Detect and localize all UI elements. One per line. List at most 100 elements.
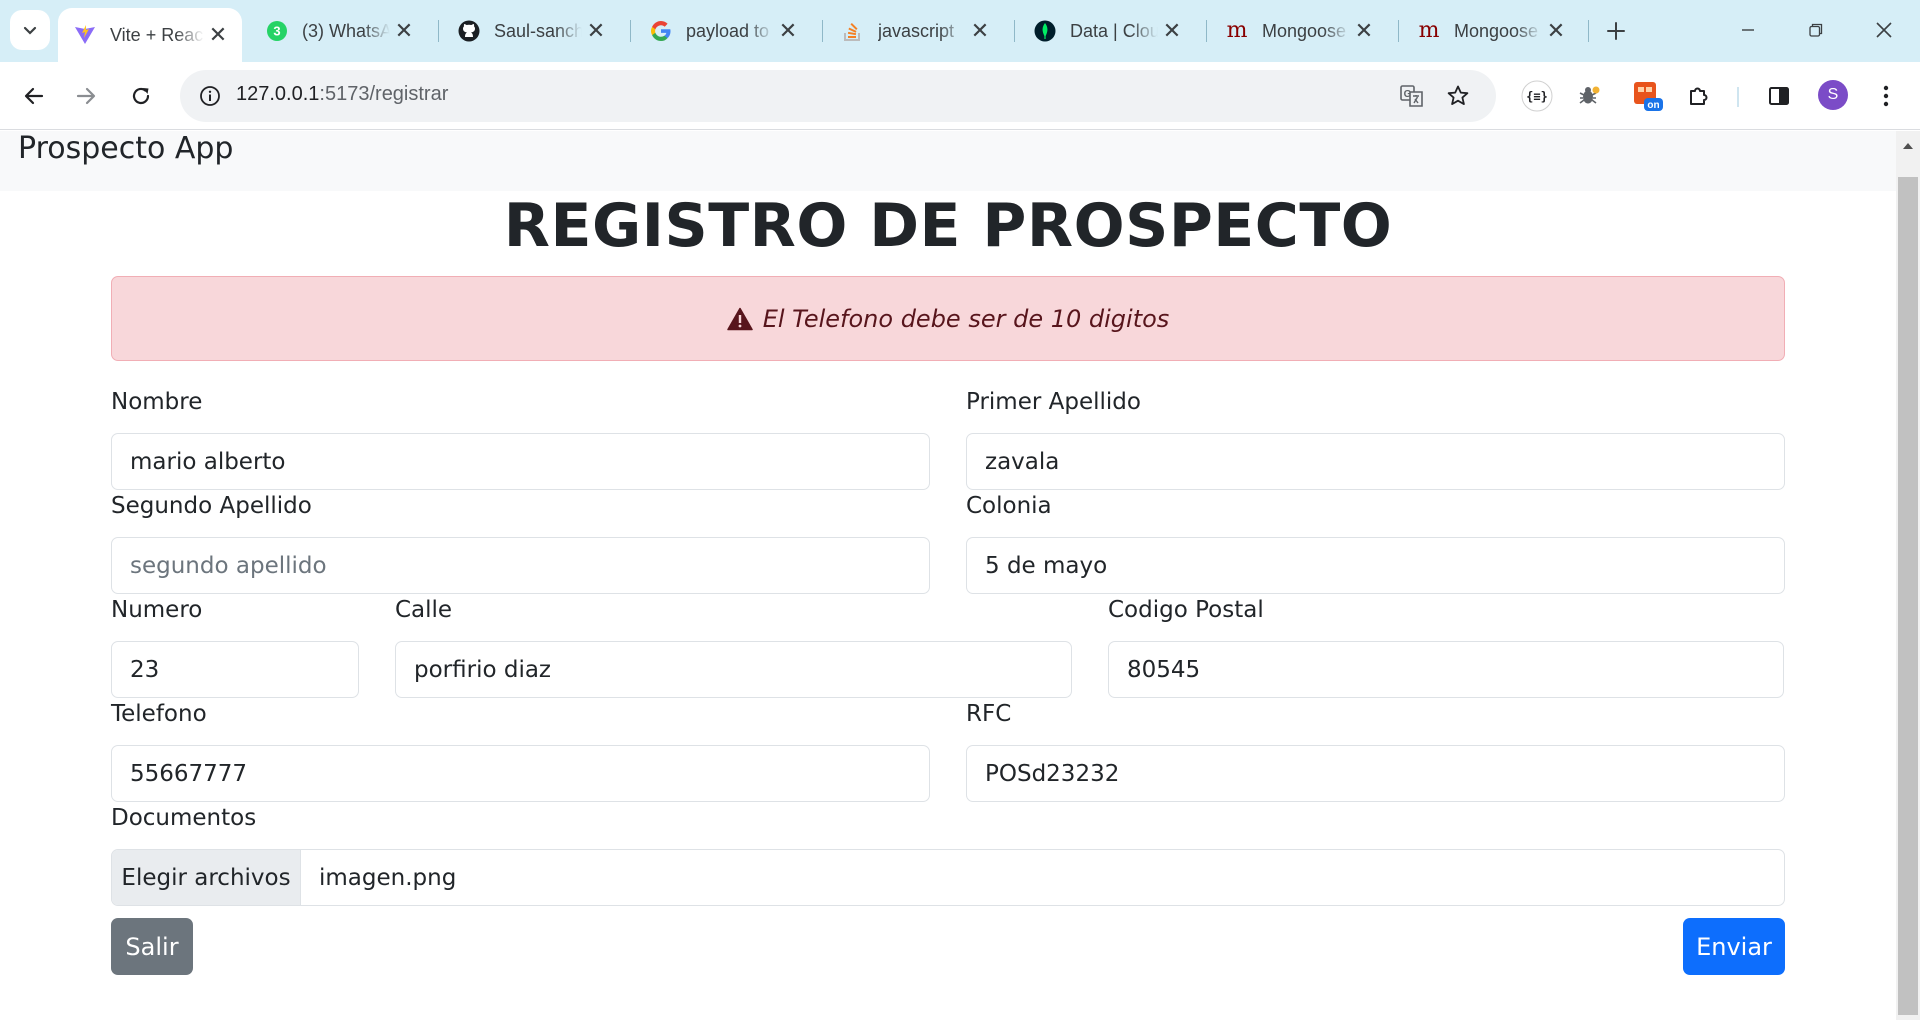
json-braces-icon: {≡} — [1521, 80, 1553, 112]
toolbar-divider — [1737, 87, 1739, 107]
rfc-input[interactable] — [966, 745, 1785, 802]
alert-message: El Telefono debe ser de 10 digitos — [762, 304, 1170, 333]
rfc-label: RFC — [966, 701, 1012, 727]
close-icon[interactable]: ✕ — [204, 21, 232, 49]
tab-title: Saul-sanchez — [494, 20, 582, 41]
arrow-left-icon — [24, 87, 44, 105]
page-title: REGISTRO DE PROSPECTO — [503, 191, 1393, 261]
primer-apellido-input[interactable] — [966, 433, 1785, 490]
browser-toolbar: 127.0.0.1:5173/registrar G {≡} on — [0, 62, 1920, 130]
segundo-apellido-label: Segundo Apellido — [111, 493, 312, 519]
close-icon[interactable]: ✕ — [1350, 17, 1378, 45]
tab-separator — [1014, 20, 1015, 42]
forward-button[interactable] — [66, 76, 106, 116]
back-button[interactable] — [14, 76, 54, 116]
browser-menu-button[interactable] — [1866, 76, 1906, 116]
close-icon[interactable]: ✕ — [1542, 17, 1570, 45]
mongoose-icon: m — [1418, 20, 1440, 42]
documentos-label: Documentos — [111, 805, 257, 831]
side-panel-icon — [1769, 87, 1789, 105]
telefono-label: Telefono — [111, 701, 207, 727]
tab-separator — [822, 20, 823, 42]
reload-icon — [132, 87, 150, 105]
svg-text:on: on — [1647, 100, 1659, 111]
tab-title: Mongoose — [1454, 20, 1539, 41]
numero-label: Numero — [111, 597, 203, 623]
google-icon — [650, 20, 672, 42]
close-icon[interactable]: ✕ — [390, 17, 418, 45]
nombre-input[interactable] — [111, 433, 930, 490]
chevron-down-icon — [23, 26, 37, 35]
tab-mongoose-2[interactable]: m Mongoose ✕ — [1402, 9, 1580, 53]
primer-apellido-label: Primer Apellido — [966, 389, 1141, 415]
info-icon[interactable] — [192, 78, 228, 114]
tab-strip: Vite + React ✕ 3 (3) WhatsApp ✕ Saul-san… — [0, 0, 1920, 62]
codigo-postal-input[interactable] — [1108, 641, 1784, 698]
segundo-apellido-input[interactable] — [111, 537, 930, 594]
restore-icon — [1809, 23, 1823, 37]
page-scrollbar[interactable] — [1896, 131, 1920, 1020]
svg-text:3: 3 — [273, 24, 280, 39]
url-text[interactable]: 127.0.0.1:5173/registrar — [236, 83, 448, 106]
svg-text:m: m — [1227, 20, 1248, 42]
translate-icon[interactable]: G — [1394, 78, 1430, 114]
tab-separator — [438, 20, 439, 42]
extensions-button[interactable] — [1679, 76, 1719, 116]
tab-title: Vite + React — [110, 24, 204, 45]
close-window-button[interactable] — [1856, 8, 1912, 52]
minimize-icon — [1742, 29, 1754, 31]
numero-input[interactable] — [111, 641, 359, 698]
puzzle-piece-icon — [1690, 87, 1708, 105]
selected-file-name: imagen.png — [319, 864, 457, 891]
documentos-file-input[interactable]: Elegir archivos imagen.png — [111, 849, 1785, 906]
tab-github[interactable]: Saul-sanchez ✕ — [442, 9, 620, 53]
calle-input[interactable] — [395, 641, 1072, 698]
enviar-button[interactable]: Enviar — [1683, 918, 1785, 975]
close-icon[interactable]: ✕ — [582, 17, 610, 45]
tab-separator — [630, 20, 631, 42]
close-icon[interactable]: ✕ — [1158, 17, 1186, 45]
profile-avatar[interactable]: S — [1818, 80, 1848, 110]
tab-mongodb-data[interactable]: Data | Cloud ✕ — [1018, 9, 1196, 53]
navbar-brand[interactable]: Prospecto App — [18, 131, 233, 166]
colonia-label: Colonia — [966, 493, 1052, 519]
tab-separator — [1206, 20, 1207, 42]
restore-button[interactable] — [1788, 8, 1844, 52]
codigo-postal-label: Codigo Postal — [1108, 597, 1264, 623]
new-tab-button[interactable] — [1598, 13, 1634, 49]
address-bar[interactable]: 127.0.0.1:5173/registrar G — [180, 70, 1496, 122]
tab-title: Data | Cloud — [1070, 20, 1158, 41]
tab-title: Mongoose — [1262, 20, 1347, 41]
svg-text:{≡}: {≡} — [1526, 90, 1548, 104]
tab-whatsapp[interactable]: 3 (3) WhatsApp ✕ — [250, 9, 428, 53]
tab-vite-react[interactable]: Vite + React ✕ — [58, 8, 242, 62]
tab-search-button[interactable] — [10, 10, 50, 50]
reload-button[interactable] — [121, 76, 161, 116]
vite-icon — [74, 24, 96, 46]
minimize-button[interactable] — [1720, 8, 1776, 52]
bug-extension-button[interactable] — [1569, 76, 1609, 116]
tab-mongoose-1[interactable]: m Mongoose ✕ — [1210, 9, 1388, 53]
close-icon[interactable]: ✕ — [966, 17, 994, 45]
calle-label: Calle — [395, 597, 453, 623]
close-icon[interactable]: ✕ — [774, 17, 802, 45]
mongodb-leaf-icon — [1034, 20, 1056, 42]
scroll-up-arrow-icon[interactable] — [1896, 135, 1920, 157]
json-formatter-extension-button[interactable]: {≡} — [1517, 76, 1557, 116]
page-viewport: Prospecto App REGISTRO DE PROSPECTO El T… — [0, 131, 1896, 1020]
telefono-input[interactable] — [111, 745, 930, 802]
more-vertical-icon — [1883, 85, 1889, 107]
scrollbar-thumb[interactable] — [1898, 177, 1918, 1015]
stackoverflow-icon — [842, 20, 864, 42]
choose-files-button[interactable]: Elegir archivos — [112, 850, 301, 905]
nombre-label: Nombre — [111, 389, 203, 415]
tab-google-search[interactable]: payload to ✕ — [634, 9, 812, 53]
tab-stackoverflow[interactable]: javascript ✕ — [826, 9, 1004, 53]
salir-button[interactable]: Salir — [111, 918, 193, 975]
arrow-right-icon — [76, 87, 96, 105]
url-path: :5173/registrar — [319, 83, 449, 105]
colonia-input[interactable] — [966, 537, 1785, 594]
side-panel-button[interactable] — [1759, 76, 1799, 116]
bookmark-star-icon[interactable] — [1440, 78, 1476, 114]
on-extension-button[interactable]: on — [1628, 76, 1668, 116]
